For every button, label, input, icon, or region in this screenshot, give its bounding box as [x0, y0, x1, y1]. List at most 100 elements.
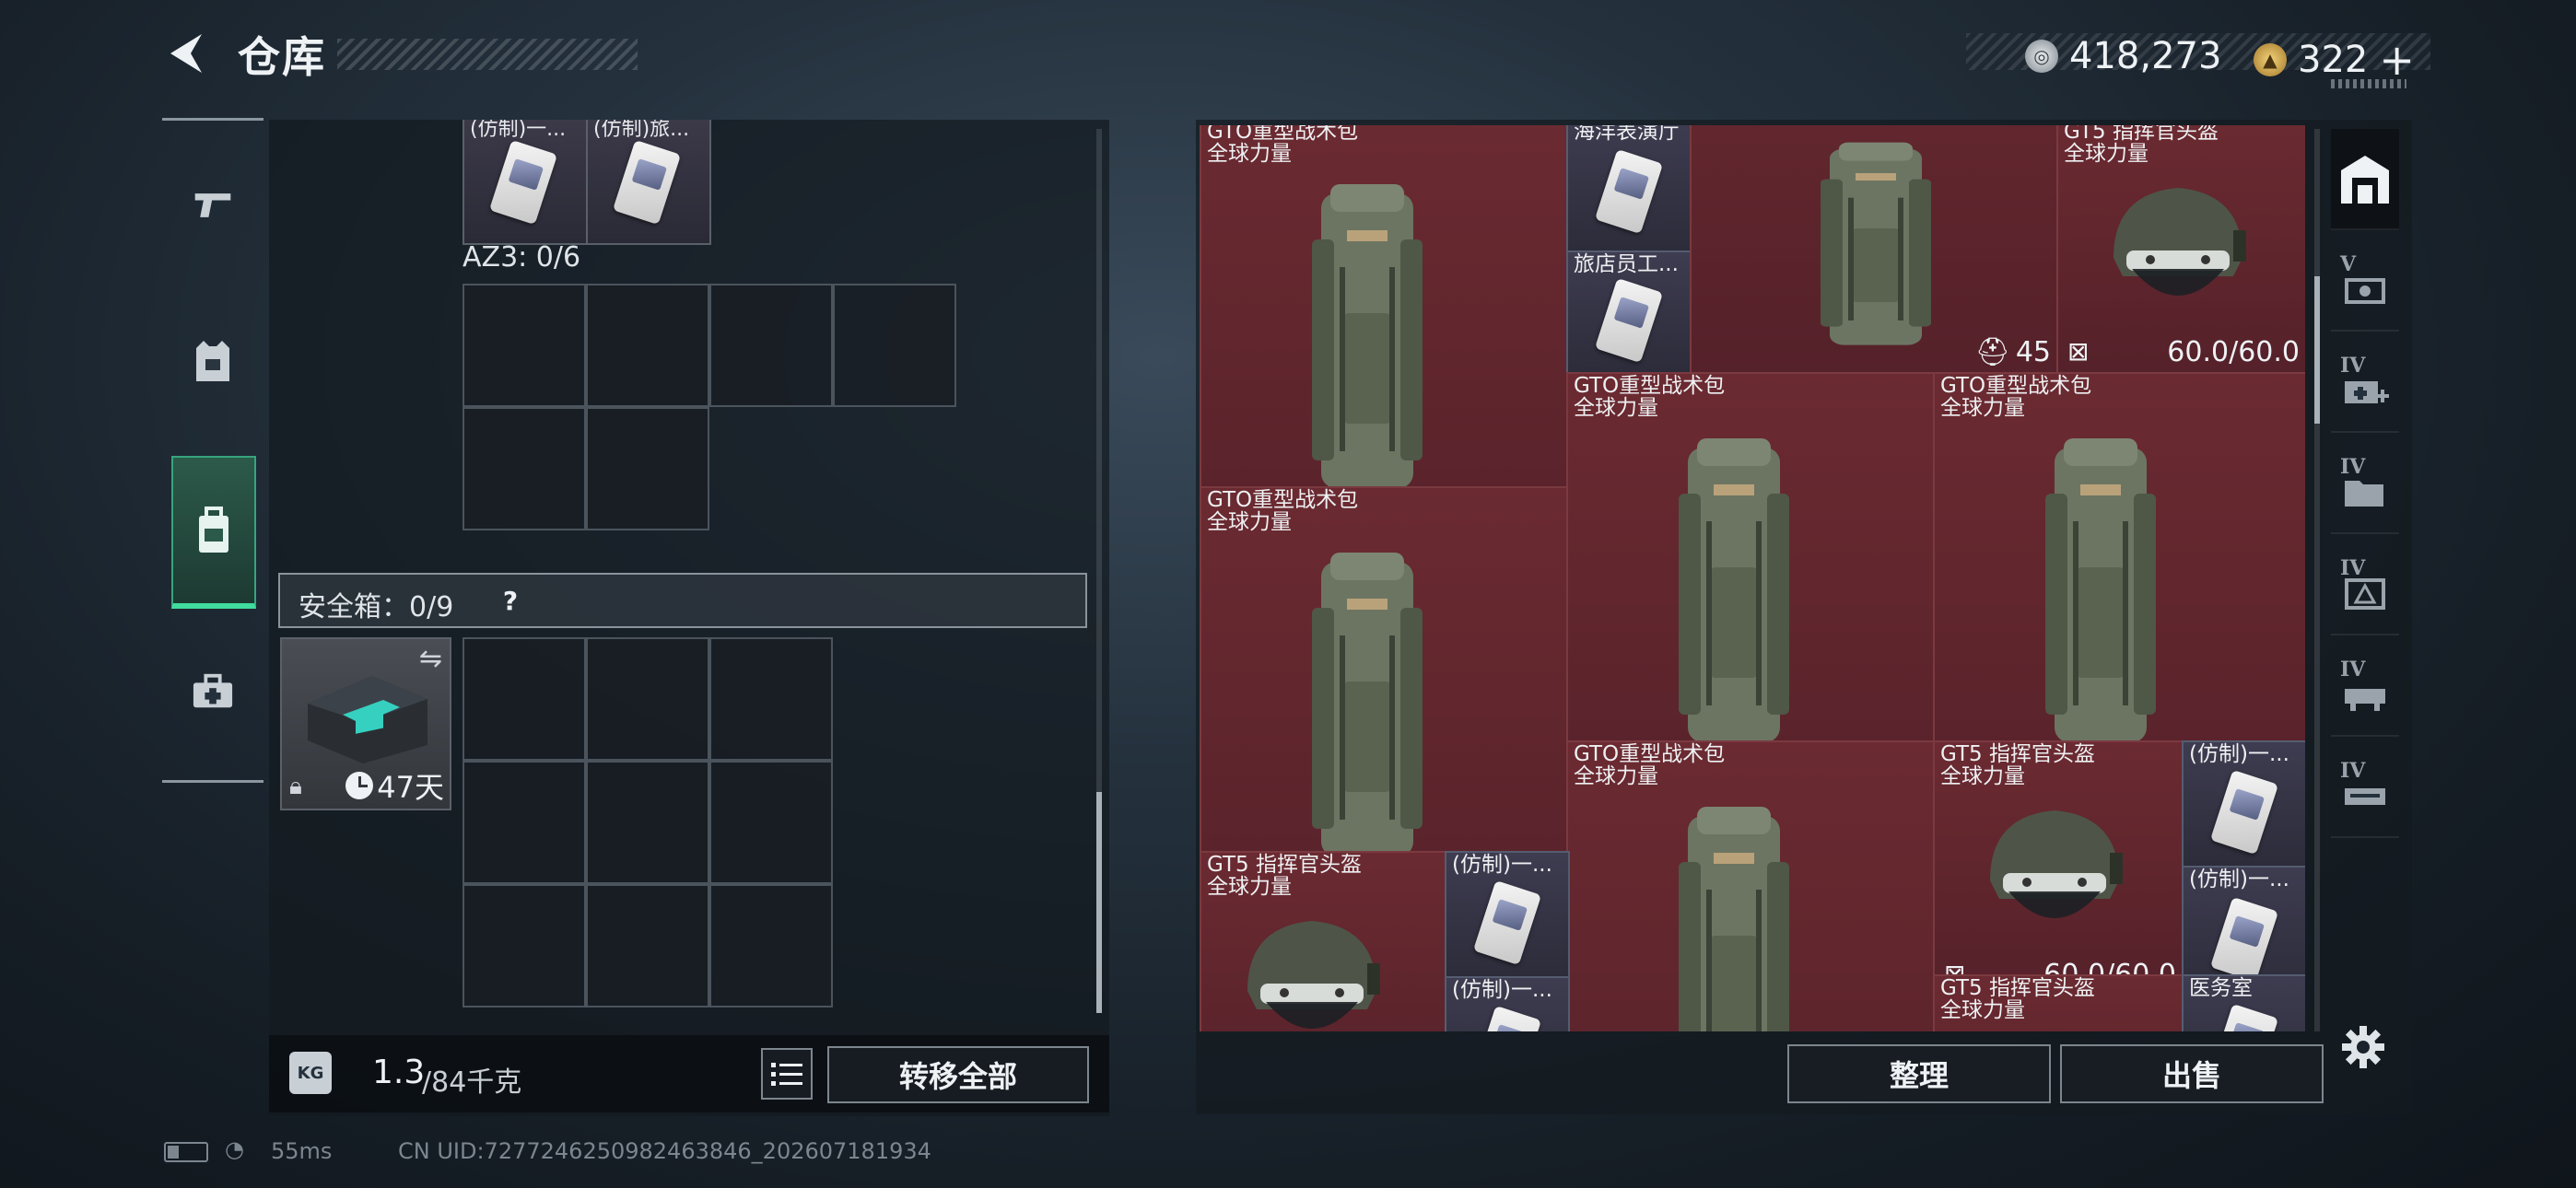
folder-icon	[2345, 481, 2383, 507]
grid-slot[interactable]	[709, 284, 833, 407]
weight-icon: ⛑	[1974, 336, 2010, 368]
tab-armor-rack[interactable]: IV	[2331, 654, 2399, 737]
silver-currency: ◎ 418,273	[2025, 35, 2221, 77]
backpack-icon	[193, 507, 235, 553]
keycard-item[interactable]: (仿制)一...	[1445, 976, 1570, 1031]
safe-slot[interactable]	[709, 637, 833, 761]
tactical-backpack-icon	[1303, 175, 1432, 507]
item-subtitle: 全球力量	[1207, 875, 1292, 899]
tab-medical[interactable]: IV	[2331, 350, 2399, 433]
nav-item-backpack[interactable]	[171, 456, 256, 609]
back-arrow-icon[interactable]	[164, 29, 208, 77]
safe-box-label: 安全箱：0/9	[299, 591, 454, 623]
grid-slot[interactable]	[586, 284, 709, 407]
tab-warehouse[interactable]	[2331, 129, 2399, 230]
keycard-item[interactable]: 旅店员工...	[1566, 250, 1692, 374]
safe-slot[interactable]	[709, 761, 833, 884]
item-name: GT5 指挥官头盔	[1207, 853, 1362, 877]
title-decoration	[337, 39, 638, 70]
helmet-item[interactable]: GT5 指挥官头盔 全球力量	[1200, 851, 1446, 1031]
inventory-item[interactable]: (仿制)旅...	[586, 120, 711, 245]
gold-amount: 322	[2298, 39, 2369, 81]
grid-slot[interactable]	[833, 284, 956, 407]
commander-helmet-icon	[1229, 899, 1395, 1031]
tab-shield-case[interactable]: IV	[2331, 553, 2399, 635]
tab-weapon-box[interactable]: V	[2331, 249, 2399, 332]
safe-slot[interactable]	[463, 884, 586, 1007]
battery-icon	[164, 1142, 208, 1162]
item-name: (仿制)一...	[470, 120, 567, 141]
nav-item-medkit[interactable]	[162, 618, 263, 765]
transfer-all-button[interactable]: 转移全部	[827, 1046, 1089, 1103]
keycard-item[interactable]: 医务室	[2182, 974, 2305, 1031]
uid-text: CN UID:7277246250982463846_202607181934	[398, 1138, 931, 1164]
commander-helmet-icon	[2095, 166, 2261, 332]
helmet-item[interactable]: GT5 指挥官头盔 全球力量 ⊠ 60.0/60.0	[2056, 125, 2305, 374]
nav-decoration	[2331, 79, 2406, 88]
sort-button[interactable]: 整理	[1787, 1044, 2051, 1103]
help-icon[interactable]: ?	[490, 580, 531, 621]
backpack-item[interactable]: GTO重型战术包 全球力量 ⛑45	[1566, 740, 1935, 1031]
item-name: GT5 指挥官头盔	[1940, 976, 2095, 1000]
item-subtitle: 全球力量	[1207, 142, 1292, 166]
warehouse-scrollbar[interactable]	[2314, 129, 2320, 1031]
silver-amount: 418,273	[2069, 35, 2222, 77]
item-subtitle: 全球力量	[2064, 142, 2149, 166]
item-name: GTO重型战术包	[1574, 374, 1726, 398]
list-icon	[771, 1063, 802, 1086]
item-name: (仿制)一...	[2189, 742, 2289, 766]
item-name: (仿制)一...	[1452, 853, 1552, 877]
sell-button[interactable]: 出售	[2060, 1044, 2324, 1103]
weight-total: /84千克	[422, 1066, 522, 1099]
helmet-item[interactable]: GT5 指挥官头盔 全球力量 ⊠ 60.0/60.0	[1933, 740, 2184, 996]
tab-files[interactable]: IV	[2331, 451, 2399, 534]
nav-item-weapons[interactable]	[162, 132, 263, 279]
item-name: GT5 指挥官头盔	[1940, 742, 2095, 766]
gold-currency[interactable]: ▲ 322 +	[2254, 35, 2415, 85]
grid-slot[interactable]	[463, 407, 586, 530]
backpack-item[interactable]: ⛑ 45	[1690, 125, 2058, 374]
keycard-item[interactable]: 海洋表演厅	[1566, 125, 1692, 252]
safe-slot[interactable]	[586, 761, 709, 884]
warehouse-icon	[2341, 156, 2389, 204]
keycard-icon	[1594, 148, 1664, 235]
tactical-backpack-icon	[1811, 136, 1940, 357]
safe-box-icon	[308, 676, 427, 763]
page-title: 仓库	[238, 32, 326, 82]
item-name: (仿制)一...	[2189, 868, 2289, 891]
keycard-icon	[488, 139, 558, 226]
keycard-icon	[1472, 1005, 1542, 1031]
item-name: GTO重型战术包	[1207, 488, 1359, 512]
grid-slot[interactable]	[586, 407, 709, 530]
item-name: 海洋表演厅	[1574, 125, 1680, 144]
shield-case-icon	[2345, 578, 2385, 610]
safe-slot[interactable]	[586, 884, 709, 1007]
keycard-icon	[1594, 277, 1664, 364]
keycard-item[interactable]: (仿制)一...	[2182, 740, 2305, 868]
safe-slot[interactable]	[463, 761, 586, 884]
warehouse-scroll-thumb[interactable]	[2314, 276, 2320, 424]
safe-slot[interactable]	[586, 637, 709, 761]
item-subtitle: 全球力量	[1940, 396, 2025, 420]
armor-rack-icon	[2345, 689, 2385, 711]
list-view-button[interactable]	[761, 1048, 813, 1100]
item-subtitle: 全球力量	[1940, 764, 2025, 788]
helmet-item[interactable]: GT5 指挥官头盔 全球力量	[1933, 974, 2184, 1031]
weapon-box-icon	[2345, 278, 2385, 304]
gear-icon[interactable]	[2340, 1024, 2386, 1070]
warehouse-tab-nav: V IV IV IV IV IV	[2322, 129, 2408, 958]
weight-bar: KG 1.3 /84千克 转移全部	[269, 1035, 1109, 1112]
tab-gun-case[interactable]: IV	[2331, 755, 2399, 838]
nav-item-vest[interactable]	[162, 288, 263, 436]
item-name: 旅店员工...	[1574, 252, 1679, 276]
backpack-scroll-thumb[interactable]	[1096, 792, 1102, 1013]
add-currency-button[interactable]: +	[2379, 35, 2415, 85]
safe-slot[interactable]	[463, 637, 586, 761]
keycard-item[interactable]: (仿制)一...	[1445, 851, 1570, 978]
safe-box-item[interactable]: ⇋ 🔒︎ 47天	[280, 637, 451, 810]
safe-slot[interactable]	[709, 884, 833, 1007]
gold-coin-icon: ▲	[2254, 43, 2287, 76]
inventory-item[interactable]: (仿制)一...	[463, 120, 588, 245]
grid-slot[interactable]	[463, 284, 586, 407]
durability-icon: ⊠	[2067, 336, 2090, 367]
